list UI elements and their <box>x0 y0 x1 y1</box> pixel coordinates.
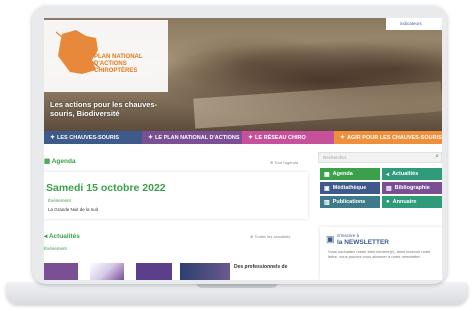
bat-icon: ✦ <box>148 135 154 141</box>
corner-badge[interactable]: indicateurs <box>386 18 442 30</box>
search-icon[interactable]: ⌕ <box>435 153 439 161</box>
search-input[interactable]: Rechercher ⌕ <box>318 152 442 163</box>
news-item-title[interactable]: Des professionnels de <box>234 264 308 270</box>
bat-icon: ✦ <box>340 135 346 141</box>
laptop-screen: indicateurs Plan National d'Actions Chir… <box>44 18 442 280</box>
hero-beam <box>193 81 442 129</box>
search-placeholder: Rechercher <box>323 155 347 160</box>
newsletter-icon: ▣ <box>326 234 335 244</box>
newsletter-title: la NEWSLETTER <box>337 239 390 246</box>
quick-button-bibliographie[interactable]: ▤ Bibliographie <box>382 182 442 194</box>
nav-label: LES CHAUVES-SOURIS <box>57 134 120 141</box>
bat-icon: ✦ <box>248 135 254 141</box>
image-icon: ▣ <box>324 185 330 192</box>
megaphone-icon: ◂ <box>44 233 48 240</box>
newsletter-description: Vous souhaitez rester bien informé(e), a… <box>328 249 431 259</box>
bat-icon: ✦ <box>50 135 56 141</box>
nav-item-chauves-souris[interactable]: ✦ LES CHAUVES-SOURIS <box>44 131 142 144</box>
quick-button-agenda[interactable]: ▦ Agenda <box>320 168 380 180</box>
news-thumbnail[interactable] <box>90 263 124 280</box>
calendar-icon: ▦ <box>44 158 51 165</box>
book-icon: ▤ <box>386 185 392 192</box>
agenda-event: La Grande Nuit de la nuit <box>48 207 99 212</box>
document-icon: ▥ <box>324 199 330 206</box>
nav-label: LE RÉSEAU CHIRO <box>255 134 306 141</box>
news-thumbnail[interactable] <box>44 263 78 280</box>
calendar-icon: ▦ <box>324 171 330 178</box>
corner-badge-label: indicateurs <box>400 21 422 26</box>
quick-button-annuaire[interactable]: ● Annuaire <box>382 196 442 208</box>
quick-button-publications[interactable]: ▥ Publications <box>320 196 380 208</box>
news-thumbnail[interactable] <box>136 263 172 280</box>
nav-item-agir[interactable]: ✦ AGIR POUR LES CHAUVES-SOURIS <box>334 131 442 144</box>
actualites-title: ◂ Actualités <box>44 233 80 240</box>
logo-text: Plan National d'Actions Chiroptères <box>94 54 143 74</box>
nav-label: LE PLAN NATIONAL D'ACTIONS <box>155 134 240 141</box>
person-icon: ● <box>386 199 390 205</box>
main-nav: ✦ LES CHAUVES-SOURIS ✦ LE PLAN NATIONAL … <box>44 131 442 144</box>
agenda-card[interactable]: Samedi 15 octobre 2022 Événement La Gran… <box>44 172 308 219</box>
nav-item-reseau-chiro[interactable]: ✦ LE RÉSEAU CHIRO <box>242 131 334 144</box>
agenda-date: Samedi 15 octobre 2022 <box>46 182 166 194</box>
site-logo[interactable]: Plan National d'Actions Chiroptères <box>44 20 168 92</box>
nav-label: AGIR POUR LES CHAUVES-SOURIS <box>347 134 442 141</box>
news-thumbnail[interactable] <box>180 263 230 280</box>
agenda-category: Événement <box>48 198 71 203</box>
actualites-all-link[interactable]: ⊕ Toutes les actualités <box>250 234 290 239</box>
newsletter-card[interactable]: ▣ S'inscrire à la NEWSLETTER Vous souhai… <box>320 227 442 280</box>
actualites-category: Événement <box>44 246 67 251</box>
nav-item-plan-national[interactable]: ✦ LE PLAN NATIONAL D'ACTIONS <box>142 131 242 144</box>
megaphone-icon: ◂ <box>386 171 390 178</box>
site-tagline: Les actions pour les chauves-souris, Bio… <box>50 100 158 118</box>
quick-button-actualites[interactable]: ◂ Actualités <box>382 168 442 180</box>
agenda-title: ▦ Agenda <box>44 158 76 165</box>
newsletter-pre: S'inscrire à <box>337 233 360 238</box>
quick-button-mediatheque[interactable]: ▣ Médiathèque <box>320 182 380 194</box>
agenda-all-link[interactable]: ⊕ Tout l'agenda <box>270 160 298 165</box>
